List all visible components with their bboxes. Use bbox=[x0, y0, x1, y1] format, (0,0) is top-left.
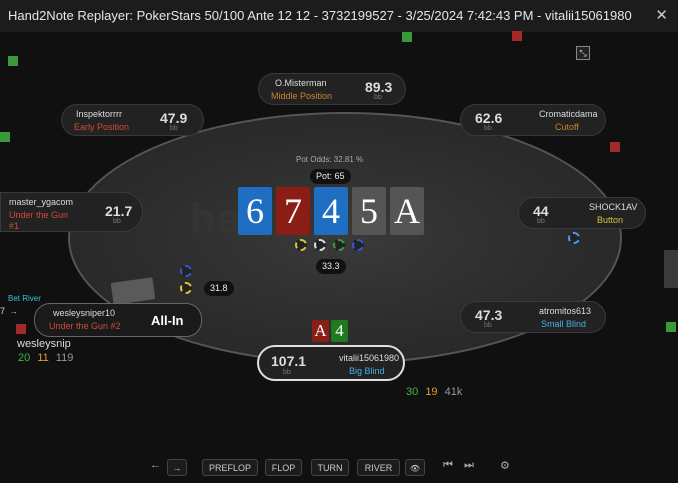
player-stack: 44 bbox=[533, 203, 549, 219]
expand-icon[interactable]: ⤡ bbox=[576, 46, 590, 60]
seat-atromitos613[interactable]: 47.3 bb atromitos613 Small Blind bbox=[460, 301, 606, 333]
stack-unit: bb bbox=[170, 125, 178, 132]
player-stack: 47.3 bbox=[475, 307, 503, 323]
chip-icon bbox=[333, 239, 345, 251]
marker-square bbox=[666, 322, 676, 332]
title-bar: Hand2Note Replayer: PokerStars 50/100 An… bbox=[0, 0, 678, 32]
eye-icon[interactable]: 👁 bbox=[405, 459, 425, 476]
stack-unit: bb bbox=[283, 369, 291, 376]
pot-odds: Pot Odds: 32.81 % bbox=[296, 155, 364, 164]
player-name: SHOCK1AV bbox=[589, 202, 638, 212]
window-title: Hand2Note Replayer: PokerStars 50/100 An… bbox=[8, 8, 632, 23]
seat-hero[interactable]: 107.1 bb vitalii15061980 Big Blind bbox=[257, 345, 405, 381]
player-position: Under the Gun #2 bbox=[49, 321, 121, 331]
hero-hud-stats: 30 19 41k bbox=[406, 386, 462, 398]
first-icon[interactable]: ⏮ bbox=[443, 459, 453, 472]
stack-unit: bb bbox=[113, 218, 121, 225]
marker-square bbox=[402, 32, 412, 42]
settings-icon[interactable]: ⚙ bbox=[500, 459, 510, 472]
marker-square bbox=[0, 132, 10, 142]
center-bet: 33.3 bbox=[316, 259, 346, 274]
seat-inspektorrrr[interactable]: Inspektorrrr Early Position 47.9 bb bbox=[61, 104, 204, 136]
player-name: wesleysniper10 bbox=[53, 308, 116, 318]
chip-icon bbox=[314, 239, 326, 251]
board-card-2: 7 bbox=[276, 187, 310, 235]
player-stack: 21.7 bbox=[105, 203, 133, 219]
player-position: Early Position bbox=[74, 122, 130, 132]
chip-icon bbox=[180, 282, 192, 294]
chip-icon bbox=[180, 265, 192, 277]
wesley-bet: 31.8 bbox=[204, 281, 234, 296]
action-number: 7 bbox=[0, 306, 6, 316]
player-stack: 107.1 bbox=[271, 353, 307, 369]
hud-stats: 20 11 119 bbox=[18, 352, 73, 364]
stack-unit: bb bbox=[484, 125, 492, 132]
board-card-1: 6 bbox=[238, 187, 272, 235]
turn-button[interactable]: TURN bbox=[311, 459, 349, 476]
hud-stat-hands: 119 bbox=[55, 352, 74, 364]
board-card-4: 5 bbox=[352, 187, 386, 235]
seat-shock1av[interactable]: 44 bb SHOCK1AV Button bbox=[518, 197, 646, 229]
player-position: Under the Gun #1 bbox=[9, 210, 69, 231]
seat-cromaticdama[interactable]: 62.6 bb Cromaticdama Cutoff bbox=[460, 104, 606, 136]
hud-stat-pfr: 19 bbox=[425, 386, 438, 398]
marker-square bbox=[610, 142, 620, 152]
scrollbar-thumb[interactable] bbox=[664, 250, 678, 288]
action-label: Bet River bbox=[8, 294, 41, 303]
player-position: Cutoff bbox=[555, 122, 579, 132]
stack-unit: bb bbox=[484, 322, 492, 329]
seat-omisterman[interactable]: O.Misterman Middle Position 89.3 bb bbox=[258, 73, 406, 105]
hud-stat-vpip: 20 bbox=[18, 352, 31, 364]
player-stack: 62.6 bbox=[475, 110, 503, 126]
player-name: atromitos613 bbox=[539, 306, 592, 316]
hud-stat-pfr: 11 bbox=[37, 352, 49, 364]
arrow-right-icon: → bbox=[10, 307, 18, 316]
pot-label: Pot: 65 bbox=[310, 169, 351, 184]
close-icon[interactable]: ✕ bbox=[655, 0, 668, 32]
dealer-button-icon bbox=[568, 232, 580, 244]
seat-wesleysniper10[interactable]: wesleysniper10 Under the Gun #2 All-In bbox=[34, 303, 202, 337]
player-stack: 47.9 bbox=[160, 110, 188, 126]
marker-square bbox=[16, 324, 26, 334]
seat-master-ygacom[interactable]: master_ygacom Under the Gun #1 21.7 bb bbox=[0, 192, 143, 232]
chip-icon bbox=[352, 239, 364, 251]
next-action-button[interactable]: → bbox=[167, 459, 187, 476]
player-name: master_ygacom bbox=[9, 197, 74, 207]
player-name: Inspektorrrr bbox=[76, 109, 123, 119]
chip-icon bbox=[295, 239, 307, 251]
hero-card-2: 4 bbox=[331, 320, 348, 342]
player-name: O.Misterman bbox=[275, 78, 327, 88]
river-button[interactable]: RIVER bbox=[357, 459, 400, 476]
player-position: Small Blind bbox=[541, 319, 587, 329]
player-position: Middle Position bbox=[271, 91, 333, 101]
board-card-5: A bbox=[390, 187, 424, 235]
prev-action-button[interactable]: ← bbox=[150, 459, 161, 471]
hud-name: wesleysnip bbox=[17, 338, 71, 350]
hud-stat-vpip: 30 bbox=[406, 386, 419, 398]
stack-unit: bb bbox=[537, 218, 545, 225]
marker-square bbox=[8, 56, 18, 66]
player-name: Cromaticdama bbox=[539, 109, 598, 119]
player-stack: 89.3 bbox=[365, 79, 393, 95]
marker-square bbox=[512, 31, 522, 41]
player-position: Button bbox=[597, 215, 624, 225]
hero-card-1: A bbox=[312, 320, 329, 342]
all-in-status: All-In bbox=[151, 313, 184, 328]
board-card-3: 4 bbox=[314, 187, 348, 235]
player-position: Big Blind bbox=[349, 366, 385, 376]
hud-stat-hands: 41k bbox=[444, 386, 463, 398]
flop-button[interactable]: FLOP bbox=[265, 459, 302, 476]
stack-unit: bb bbox=[374, 94, 382, 101]
last-icon[interactable]: ⏭ bbox=[464, 459, 474, 472]
preflop-button[interactable]: PREFLOP bbox=[202, 459, 258, 476]
player-name: vitalii15061980 bbox=[339, 353, 400, 363]
